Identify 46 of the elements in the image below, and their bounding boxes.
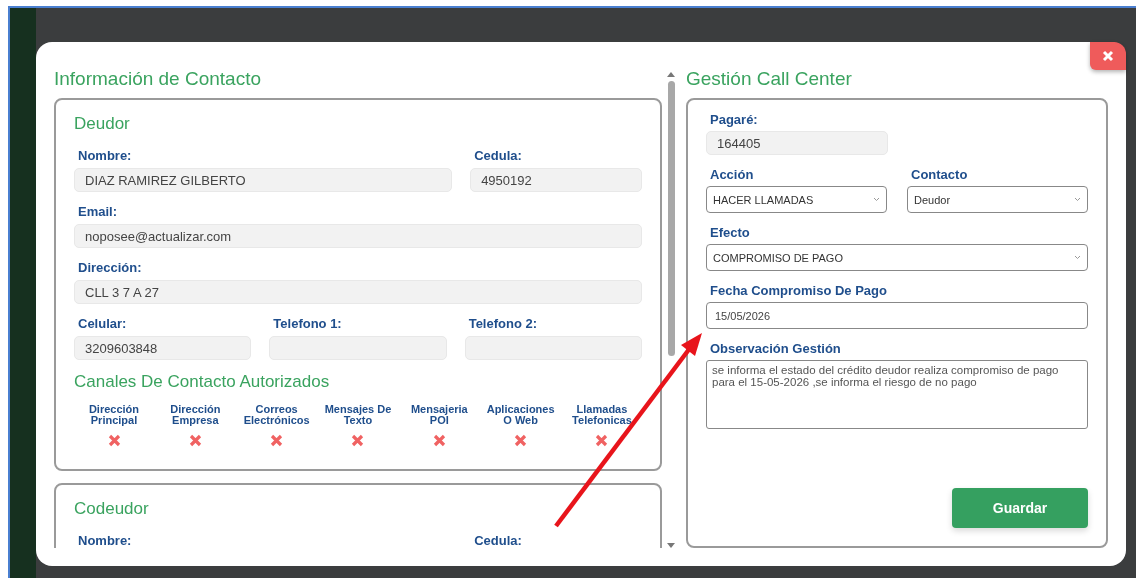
field-label: Acción bbox=[710, 167, 755, 182]
field-label: Fecha Compromiso De Pago bbox=[710, 283, 888, 298]
scrollbar-thumb[interactable] bbox=[667, 81, 675, 356]
section-heading: Gestión Call Center bbox=[686, 68, 853, 91]
chevron-icon bbox=[1074, 197, 1081, 202]
field-label: Celular: bbox=[78, 316, 128, 331]
close-button[interactable] bbox=[1090, 42, 1126, 70]
select-field[interactable]: HACER LLAMADAS bbox=[706, 186, 887, 213]
field-label: Nombre: bbox=[78, 533, 133, 548]
chevron-icon bbox=[1074, 255, 1081, 260]
text-area[interactable]: se informa el estado del crédito deudor realiza compromiso de pago para el 15-05-2026 ,se informa el riesgo de no pago bbox=[706, 360, 1088, 429]
select-field[interactable]: Deudor bbox=[907, 186, 1088, 213]
field-label: Email: bbox=[78, 204, 118, 219]
section-heading: Información de Contacto bbox=[54, 68, 262, 91]
section-subtitle: Canales De Contacto Autorizados bbox=[74, 372, 331, 392]
date-field[interactable]: 15/05/2026 bbox=[706, 302, 1088, 329]
channel-label: Mensajes De Texto bbox=[323, 404, 393, 426]
field-label: Pagaré: bbox=[710, 112, 759, 127]
field-label: Dirección: bbox=[78, 260, 143, 275]
section-title: Deudor bbox=[74, 114, 131, 134]
field-label: Telefono 1: bbox=[273, 316, 343, 331]
input-field[interactable]: 3209603848 bbox=[74, 336, 252, 360]
scroll-up-icon[interactable] bbox=[667, 72, 675, 77]
chevron-icon bbox=[873, 197, 880, 202]
channel-label: Dirección Principal bbox=[87, 404, 141, 426]
section-title: Codeudor bbox=[74, 499, 150, 519]
channel-label: Llamadas Telefonicas bbox=[571, 404, 633, 426]
field-label: Contacto bbox=[911, 167, 969, 182]
channel-label: Mensajeria POI bbox=[409, 404, 469, 426]
close-icon bbox=[1102, 50, 1114, 62]
field-label: Cedula: bbox=[474, 148, 523, 163]
channel-label: Correos Electrónicos bbox=[242, 404, 311, 426]
input-field[interactable]: 164405 bbox=[706, 131, 888, 155]
field-label: Telefono 2: bbox=[468, 316, 539, 331]
scroll-down-icon[interactable] bbox=[667, 543, 675, 548]
field-label: Observación Gestión bbox=[710, 341, 842, 356]
input-field[interactable]: noposee@actualizar.com bbox=[74, 224, 642, 248]
field-label: Nombre: bbox=[78, 148, 133, 163]
field-label: Cedula: bbox=[474, 533, 523, 548]
channel-label: Dirección Empresa bbox=[169, 404, 222, 426]
channel-label: Aplicaciones O Web bbox=[485, 404, 556, 426]
input-field[interactable]: 4950192 bbox=[470, 168, 642, 192]
input-field[interactable]: CLL 3 7 A 27 bbox=[74, 280, 642, 304]
input-field[interactable]: DIAZ RAMIREZ GILBERTO bbox=[74, 168, 453, 192]
field-label: Efecto bbox=[710, 225, 751, 240]
select-field[interactable]: COMPROMISO DE PAGO bbox=[706, 244, 1088, 271]
